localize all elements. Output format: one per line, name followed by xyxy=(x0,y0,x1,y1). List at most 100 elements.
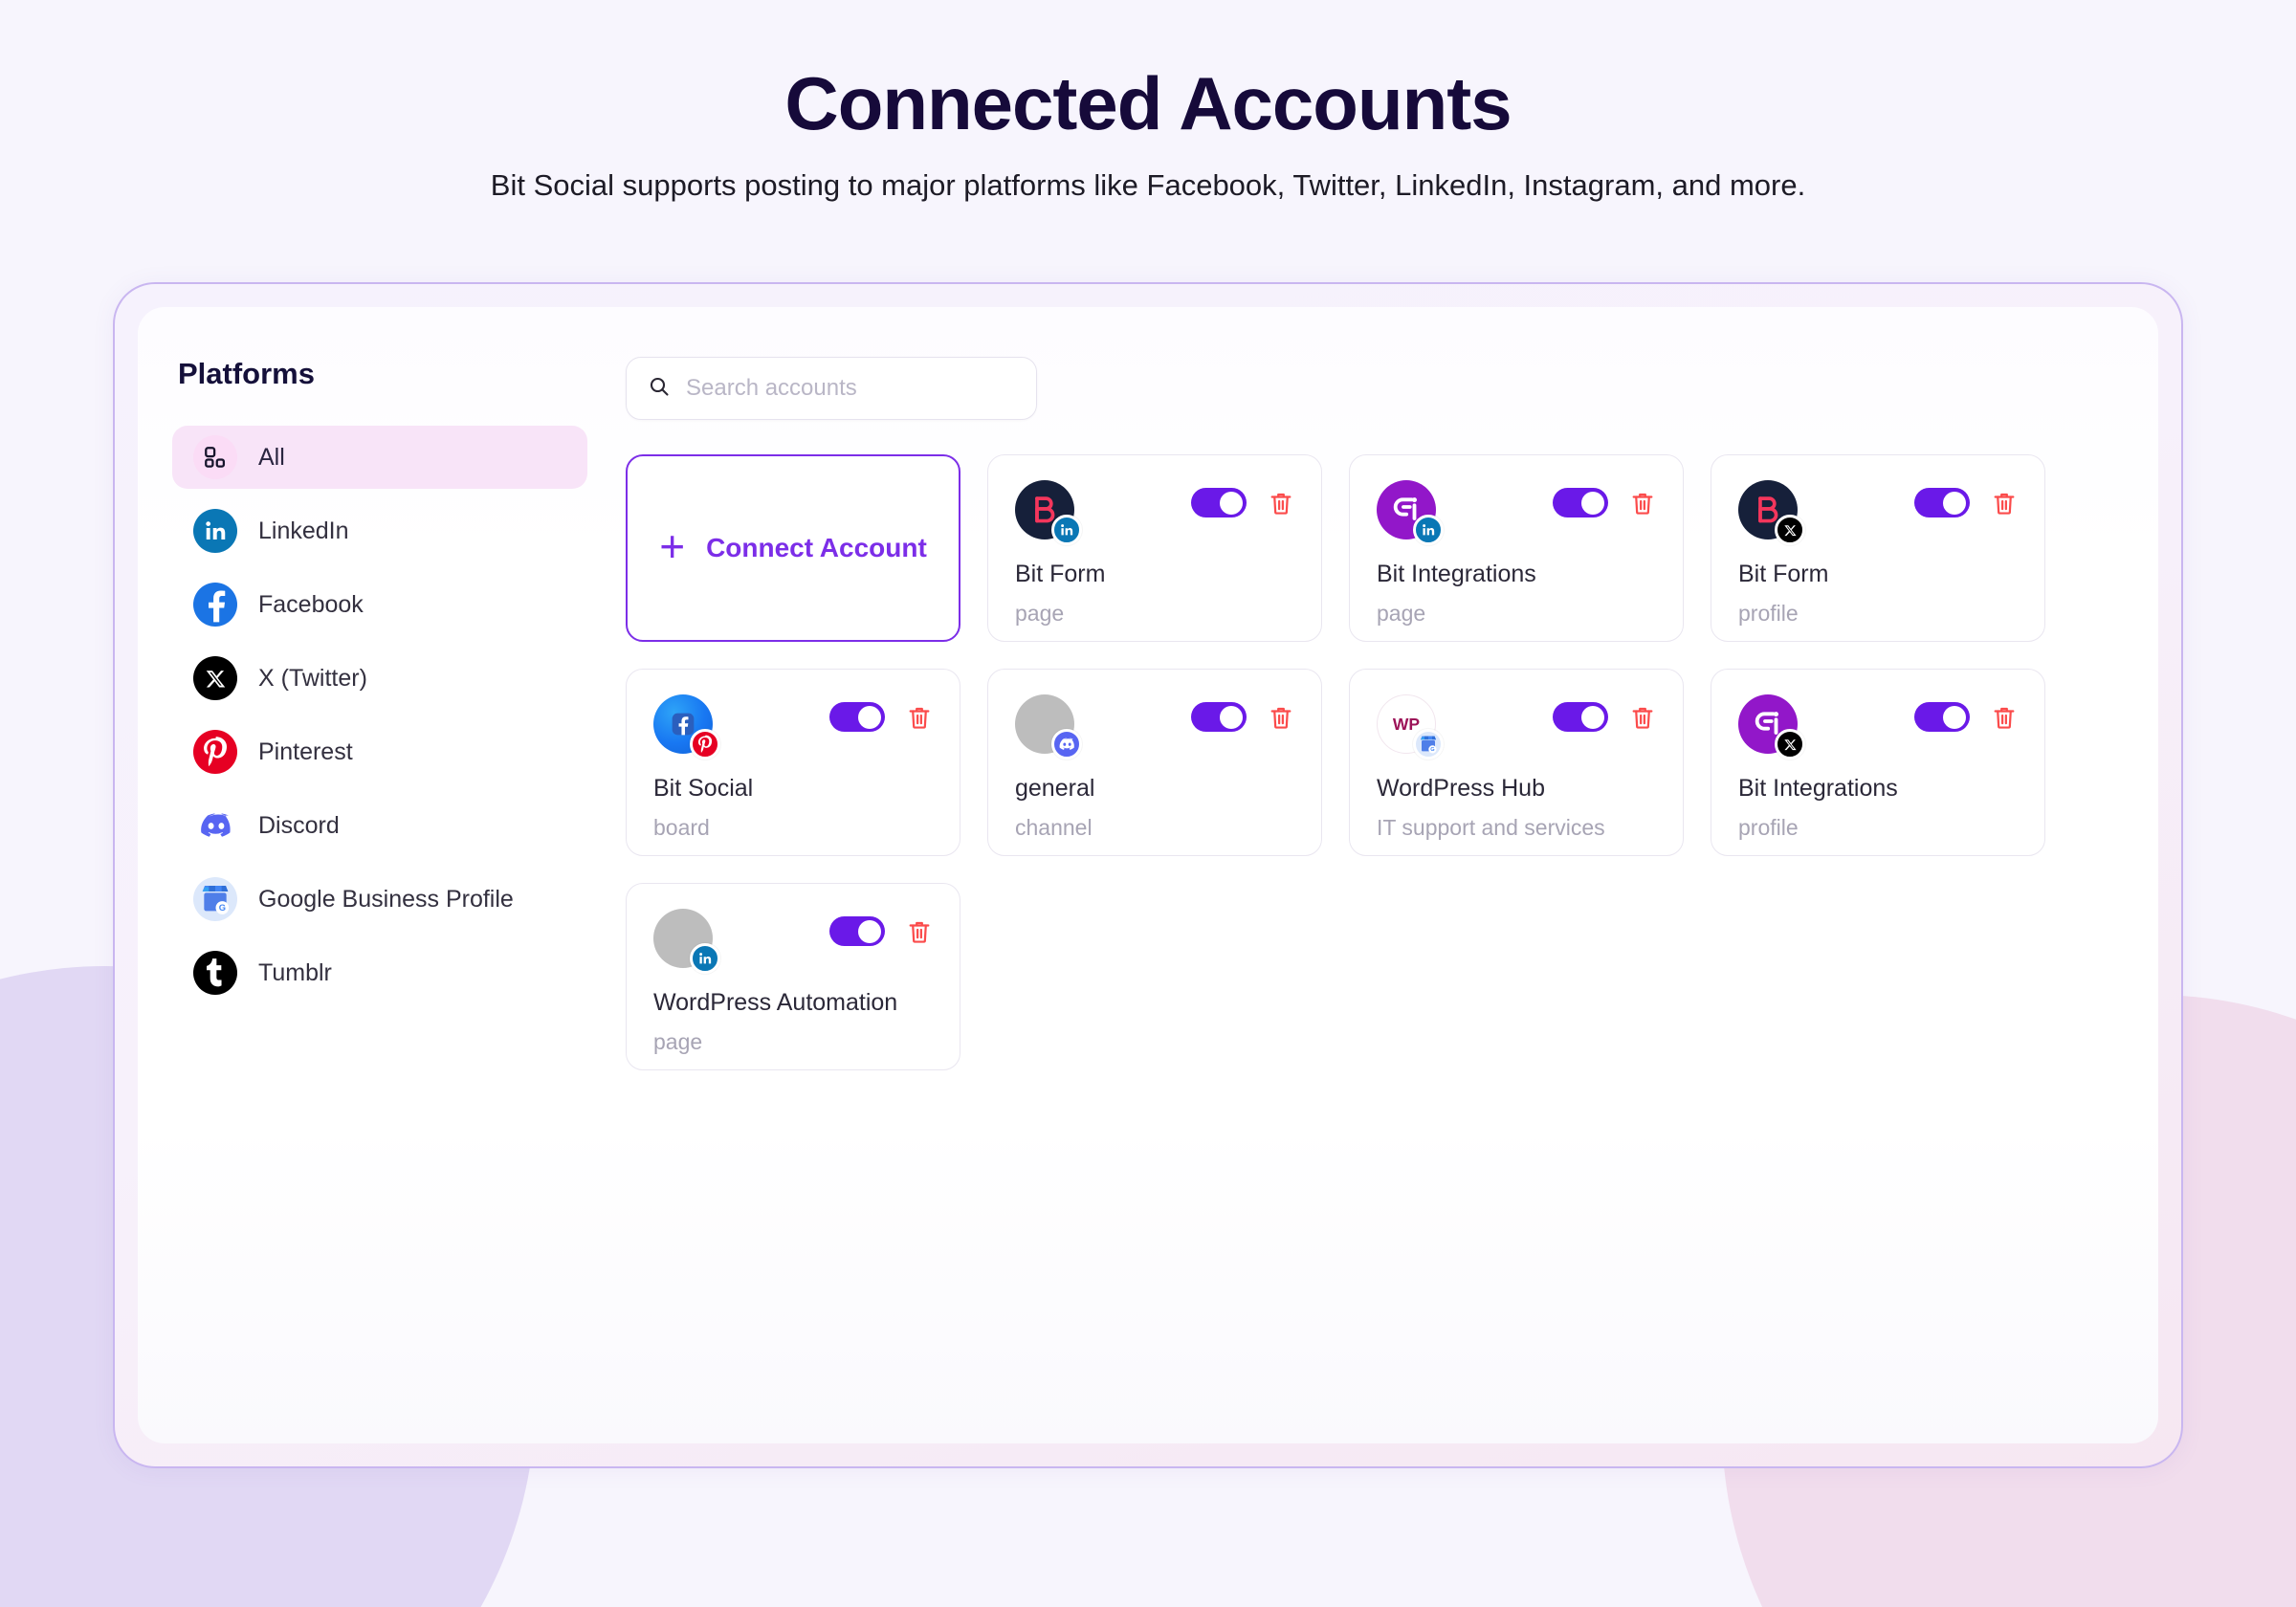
toggle-knob xyxy=(1943,705,1966,729)
sidebar-item-label: Tumblr xyxy=(258,958,332,986)
account-avatar xyxy=(1015,480,1082,546)
account-card[interactable]: Bit Form profile xyxy=(1711,454,2045,643)
sidebar-item-pinterest[interactable]: Pinterest xyxy=(172,720,587,783)
x-twitter-icon xyxy=(1775,729,1805,760)
trash-icon[interactable] xyxy=(906,703,933,732)
toggle-knob xyxy=(1943,491,1966,515)
account-meta: board xyxy=(653,815,710,841)
linkedin-icon xyxy=(1413,515,1444,546)
linkedin-icon xyxy=(1051,515,1082,546)
toggle-knob xyxy=(1581,491,1604,515)
account-name: Bit Form xyxy=(1738,561,1829,588)
page-title: Connected Accounts xyxy=(784,61,1512,145)
search-input[interactable] xyxy=(686,375,1015,403)
sidebar-item-all[interactable]: All xyxy=(172,426,587,490)
account-avatar xyxy=(653,694,720,760)
account-enabled-toggle[interactable] xyxy=(1191,702,1247,733)
account-meta: channel xyxy=(1015,815,1093,841)
discord-icon xyxy=(1051,729,1082,760)
toggle-knob xyxy=(1581,705,1604,729)
connect-account-button[interactable]: + Connect Account xyxy=(626,454,960,643)
platform-list: All LinkedIn Facebook X (Twitter) Pinterest D… xyxy=(172,426,587,1015)
account-enabled-toggle[interactable] xyxy=(1553,702,1608,733)
account-name: Bit Integrations xyxy=(1377,561,1536,588)
accounts-main: + Connect Account Bit FormpageBit Integr… xyxy=(626,357,2158,1443)
sidebar-item-linkedin[interactable]: LinkedIn xyxy=(172,499,587,562)
account-card[interactable]: general channel xyxy=(987,669,1322,857)
toggle-knob xyxy=(1220,491,1243,515)
account-meta: profile xyxy=(1738,601,1799,627)
account-meta: page xyxy=(653,1029,703,1055)
account-avatar: WP G xyxy=(1377,694,1444,760)
account-card[interactable]: Bit Form page xyxy=(987,454,1322,643)
account-enabled-toggle[interactable] xyxy=(829,916,885,947)
account-meta: IT support and services xyxy=(1377,815,1605,841)
trash-icon[interactable] xyxy=(1629,703,1656,732)
account-card[interactable]: WP G WordPress Hub IT support and services xyxy=(1349,669,1684,857)
search-icon xyxy=(648,375,671,403)
sidebar-item-tumblr[interactable]: Tumblr xyxy=(172,941,587,1004)
accounts-panel: Platforms All LinkedIn Facebook X (Twitter)… xyxy=(138,307,2158,1444)
tumblr-icon xyxy=(193,951,237,996)
sidebar-item-label: Google Business Profile xyxy=(258,885,514,913)
app-frame: Platforms All LinkedIn Facebook X (Twitter)… xyxy=(113,282,2183,1469)
pinterest-icon xyxy=(690,729,720,760)
sidebar-item-label: All xyxy=(258,443,285,471)
google-business-profile-icon: G xyxy=(193,877,237,922)
trash-icon[interactable] xyxy=(1268,489,1294,517)
svg-text:G: G xyxy=(219,903,226,913)
sidebar-item-label: Facebook xyxy=(258,590,364,618)
account-name: WordPress Hub xyxy=(1377,775,1545,803)
account-meta: page xyxy=(1377,601,1426,627)
sidebar-title: Platforms xyxy=(178,357,315,391)
sidebar-item-discord[interactable]: Discord xyxy=(172,794,587,857)
account-name: Bit Social xyxy=(653,775,754,803)
account-card[interactable]: Bit Integrations profile xyxy=(1711,669,2045,857)
toggle-knob xyxy=(1220,705,1243,729)
linkedin-icon xyxy=(193,509,237,554)
sidebar-item-label: LinkedIn xyxy=(258,517,349,544)
accounts-grid: + Connect Account Bit Form page Bit Integr… xyxy=(626,454,2120,1071)
account-enabled-toggle[interactable] xyxy=(1553,488,1608,518)
connect-account-label: Connect Account xyxy=(706,533,927,563)
platforms-sidebar: Platforms All LinkedIn Facebook X (Twitter)… xyxy=(138,357,626,1443)
sidebar-item-google-business-profile[interactable]: G Google Business Profile xyxy=(172,868,587,931)
account-avatar xyxy=(1015,694,1082,760)
account-name: general xyxy=(1015,775,1095,803)
account-meta: profile xyxy=(1738,815,1799,841)
sidebar-item-x-twitter[interactable]: X (Twitter) xyxy=(172,647,587,710)
trash-icon[interactable] xyxy=(1629,489,1656,517)
account-name: WordPress Automation xyxy=(653,989,898,1017)
trash-icon[interactable] xyxy=(1991,489,2018,517)
trash-icon[interactable] xyxy=(1268,703,1294,732)
pinterest-icon xyxy=(193,730,237,775)
account-avatar xyxy=(1738,694,1805,760)
trash-icon[interactable] xyxy=(1991,703,2018,732)
sidebar-item-facebook[interactable]: Facebook xyxy=(172,573,587,636)
account-avatar xyxy=(1377,480,1444,546)
account-enabled-toggle[interactable] xyxy=(829,702,885,733)
account-card[interactable]: WordPress Automation page xyxy=(626,883,960,1071)
account-card[interactable]: Bit Social board xyxy=(626,669,960,857)
toggle-knob xyxy=(858,705,881,729)
account-name: Bit Form xyxy=(1015,561,1106,588)
grid-layout-icon xyxy=(193,435,237,480)
page-header: Connected Accounts Bit Social supports p… xyxy=(0,0,2296,203)
page-subtitle: Bit Social supports posting to major pla… xyxy=(490,168,1806,203)
x-twitter-icon xyxy=(1775,515,1805,546)
trash-icon[interactable] xyxy=(906,917,933,946)
account-name: Bit Integrations xyxy=(1738,775,1898,803)
account-enabled-toggle[interactable] xyxy=(1914,702,1970,733)
svg-text:WP: WP xyxy=(1393,715,1421,734)
toggle-knob xyxy=(858,919,881,943)
account-meta: page xyxy=(1015,601,1065,627)
account-avatar xyxy=(1738,480,1805,546)
account-enabled-toggle[interactable] xyxy=(1914,488,1970,518)
search-bar[interactable] xyxy=(626,357,1037,421)
account-enabled-toggle[interactable] xyxy=(1191,488,1247,518)
sidebar-item-label: Discord xyxy=(258,811,340,839)
account-card[interactable]: Bit Integrations page xyxy=(1349,454,1684,643)
google-business-profile-icon: G xyxy=(1413,729,1444,760)
sidebar-item-label: X (Twitter) xyxy=(258,664,367,692)
linkedin-icon xyxy=(690,943,720,975)
